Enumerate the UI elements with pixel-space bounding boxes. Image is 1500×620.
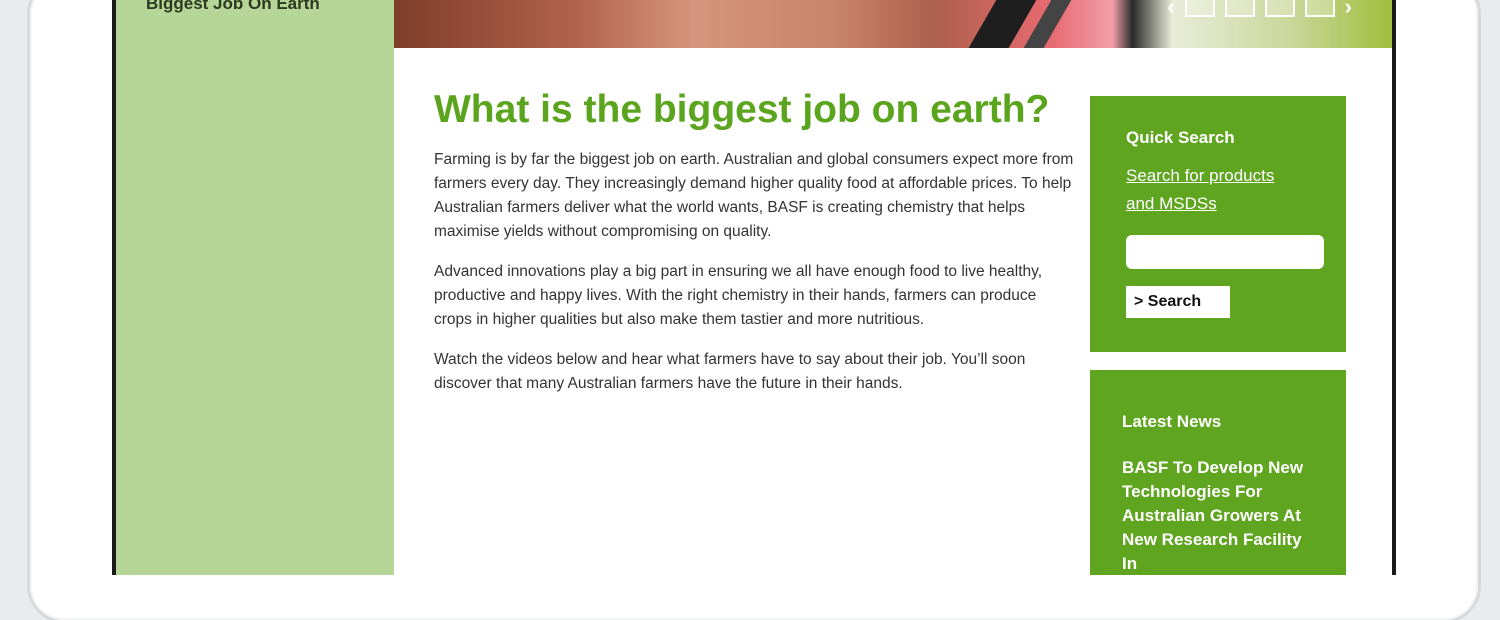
pager-dot-4[interactable] xyxy=(1304,0,1335,17)
chevron-right-icon[interactable]: › xyxy=(1345,0,1352,20)
search-button[interactable]: > Search xyxy=(1126,286,1230,318)
pager-dot-2[interactable] xyxy=(1224,0,1255,17)
latest-news-panel: Latest News BASF To Develop New Technolo… xyxy=(1090,370,1346,575)
videos-paragraph: Watch the videos below and hear what far… xyxy=(434,351,1026,392)
quick-search-panel: Quick Search Search for products and MSD… xyxy=(1090,96,1346,352)
left-nav-item-biggest-job[interactable]: Biggest Job On Earth xyxy=(146,0,320,14)
search-products-link[interactable]: Search for products and MSDSs xyxy=(1126,162,1306,218)
quick-search-title: Quick Search xyxy=(1126,128,1235,147)
intro-paragraph: Farming is by far the biggest job on ear… xyxy=(434,151,1074,240)
web-page: Biggest Job On Earth ‹ › What is the big… xyxy=(112,0,1396,575)
banner-pager: ‹ › xyxy=(1167,0,1352,20)
left-sidebar: Biggest Job On Earth xyxy=(116,0,394,575)
innovation-paragraph: Advanced innovations play a big part in … xyxy=(434,263,1043,328)
latest-news-title: Latest News xyxy=(1122,412,1222,431)
page-title: What is the biggest job on earth? xyxy=(434,88,1050,131)
pager-dot-1[interactable] xyxy=(1184,0,1215,17)
pager-dot-3[interactable] xyxy=(1264,0,1295,17)
search-input[interactable] xyxy=(1126,235,1324,269)
news-headline-link[interactable]: BASF To Develop New Technologies For Aus… xyxy=(1122,456,1312,575)
chevron-left-icon[interactable]: ‹ xyxy=(1167,0,1174,20)
hero-banner: ‹ › xyxy=(394,0,1392,48)
main-content: What is the biggest job on earth? Farmin… xyxy=(434,88,1074,396)
